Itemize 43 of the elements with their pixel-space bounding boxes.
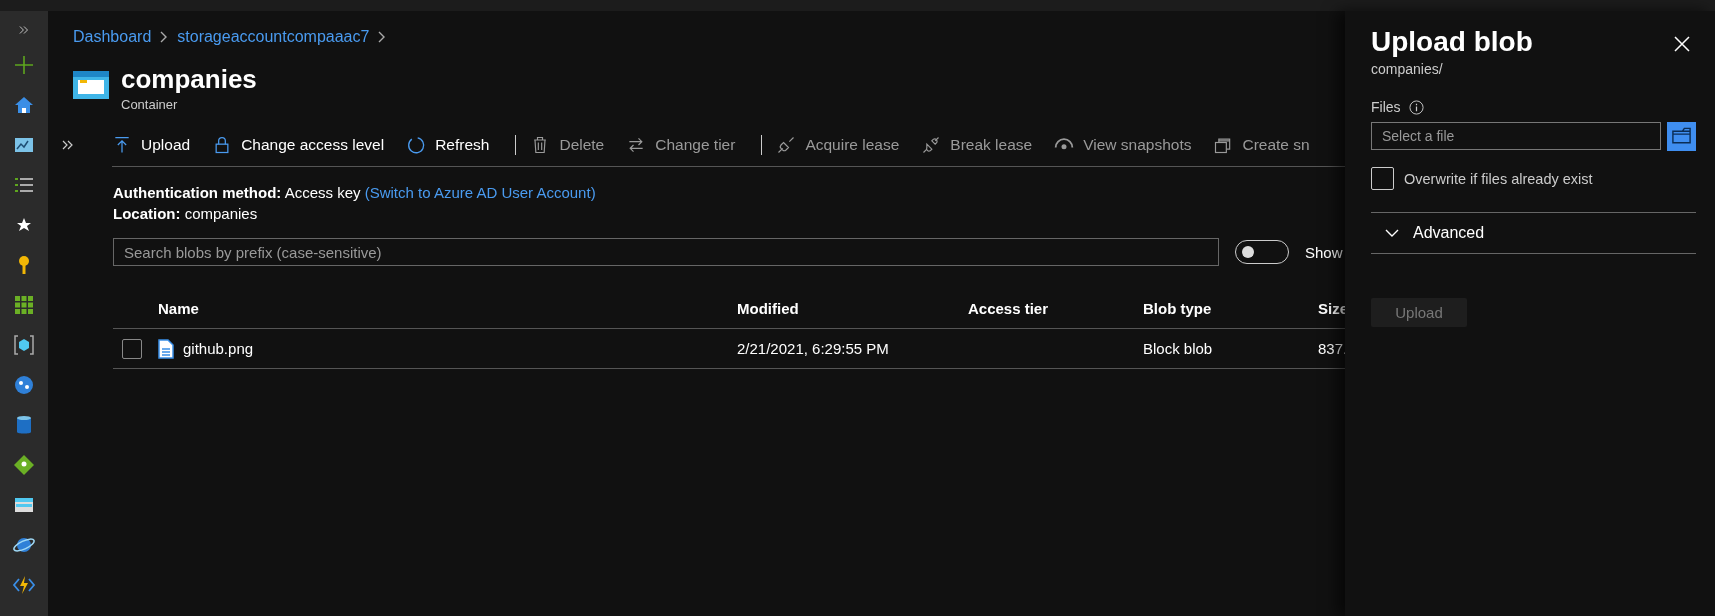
advanced-section-toggle[interactable]: Advanced	[1371, 212, 1696, 254]
page-subtitle: Container	[121, 97, 179, 112]
broken-plug-icon	[921, 134, 942, 155]
breadcrumb-link[interactable]: Dashboard	[73, 28, 152, 46]
expand-icon[interactable]	[62, 139, 74, 151]
toolbar-button[interactable]: Refresh	[406, 128, 502, 161]
globe-icon[interactable]	[12, 373, 36, 397]
grid-icon[interactable]	[12, 293, 36, 317]
file-name-link[interactable]: github.png	[183, 340, 254, 357]
refresh-icon	[406, 134, 427, 155]
file-icon	[158, 338, 174, 359]
container-icon	[73, 71, 109, 99]
close-button[interactable]	[1673, 35, 1691, 53]
files-label: Files	[1371, 99, 1401, 115]
toggle-label: Show	[1305, 243, 1343, 261]
toolbar-button[interactable]: Upload	[112, 128, 203, 161]
column-header: Modified	[737, 299, 799, 317]
location-text: Location: companies	[113, 204, 259, 224]
column-header: Blob type	[1143, 299, 1212, 317]
page-title: companies	[121, 63, 257, 95]
overwrite-label: Overwrite if files already exist	[1404, 170, 1593, 187]
table-cell: 2/21/2021, 6:29:55 PM	[737, 340, 889, 357]
panel-title: Upload blob	[1371, 25, 1533, 59]
table-cell: Block blob	[1143, 340, 1213, 357]
panel-subtitle: companies/	[1371, 61, 1444, 77]
column-header: Name	[158, 299, 199, 317]
chevron-down-icon	[1385, 228, 1399, 238]
diamond-icon[interactable]	[12, 453, 36, 477]
browse-button[interactable]	[1667, 122, 1696, 151]
overwrite-checkbox[interactable]	[1371, 167, 1394, 190]
upload-icon	[112, 134, 132, 155]
breadcrumb-link[interactable]: storageaccountcompaaac7	[177, 28, 370, 46]
column-header: Access tier	[968, 299, 1049, 317]
plug-icon	[776, 134, 797, 155]
plus-icon[interactable]	[12, 53, 36, 77]
row-checkbox[interactable]	[122, 338, 142, 359]
info-icon[interactable]	[1408, 99, 1424, 115]
switch-account-link[interactable]: (Switch to Azure AD User Account)	[364, 184, 596, 201]
cube-icon[interactable]	[12, 333, 36, 357]
toolbar-button[interactable]: Change access level	[212, 128, 397, 161]
search-field[interactable]: Search blobs by prefix (case-sensitive)	[113, 238, 1219, 266]
table-cell: 837.	[1318, 340, 1348, 357]
file-input-field[interactable]: Select a file	[1371, 122, 1661, 150]
